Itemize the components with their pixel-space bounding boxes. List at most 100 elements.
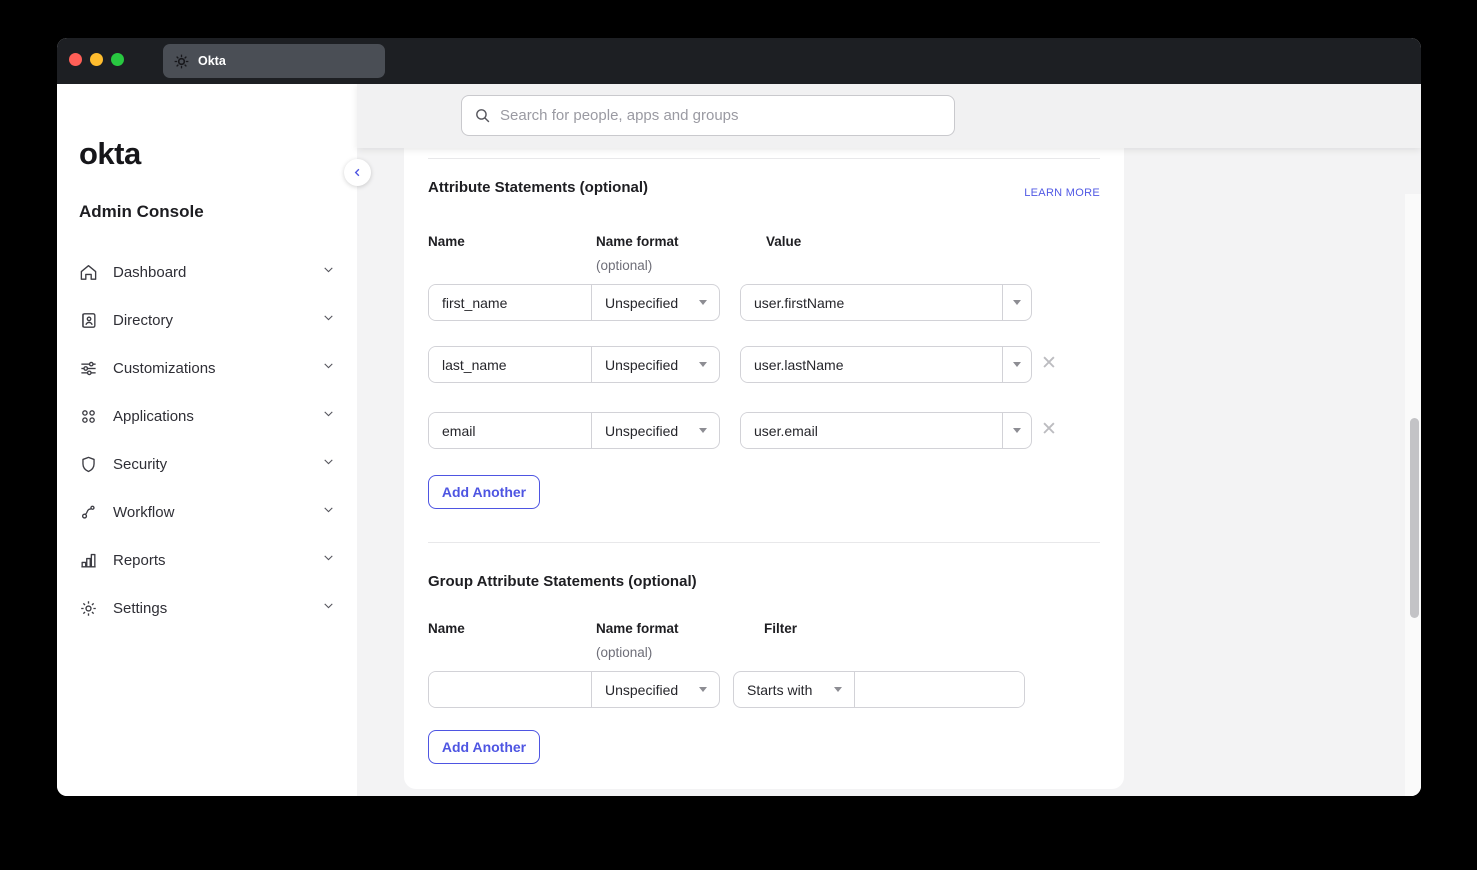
value-group	[740, 412, 1032, 449]
minimize-window-button[interactable]	[90, 53, 103, 66]
name-and-format-group: Unspecified	[428, 346, 720, 383]
sidebar-item-label: Workflow	[113, 504, 322, 521]
column-note-optional: (optional)	[596, 258, 652, 273]
column-header-name: Name	[428, 621, 465, 636]
learn-more-link[interactable]: LEARN MORE	[1024, 187, 1100, 199]
chevron-down-icon	[322, 599, 335, 617]
apps-grid-icon	[79, 407, 98, 426]
sidebar-item-directory[interactable]: Directory	[57, 296, 357, 344]
sidebar-item-workflow[interactable]: Workflow	[57, 488, 357, 536]
chevron-down-icon	[322, 407, 335, 425]
value-expression-dropdown[interactable]	[1002, 413, 1031, 448]
sidebar-item-dashboard[interactable]: Dashboard	[57, 248, 357, 296]
column-note-optional: (optional)	[596, 645, 652, 660]
attribute-name-input[interactable]	[429, 285, 591, 320]
filter-value-input[interactable]	[854, 672, 1024, 707]
filter-group: Starts with	[733, 671, 1025, 708]
attribute-value-input[interactable]	[741, 347, 1002, 382]
name-format-select[interactable]: Unspecified	[591, 413, 719, 448]
chevron-down-icon	[322, 455, 335, 473]
top-header-bar	[357, 84, 1421, 148]
name-format-value: Unspecified	[605, 295, 678, 311]
sidebar-item-applications[interactable]: Applications	[57, 392, 357, 440]
filter-type-select[interactable]: Starts with	[734, 672, 854, 707]
remove-row-button[interactable]: ✕	[1038, 419, 1060, 441]
sidebar-item-security[interactable]: Security	[57, 440, 357, 488]
browser-titlebar: Okta	[57, 38, 1421, 84]
dropdown-arrow-icon	[834, 687, 842, 692]
dropdown-arrow-icon	[699, 687, 707, 692]
okta-favicon-sunburst-icon	[174, 54, 189, 69]
name-format-select[interactable]: Unspecified	[591, 672, 719, 707]
name-format-select[interactable]: Unspecified	[591, 347, 719, 382]
admin-console-title: Admin Console	[79, 202, 204, 222]
home-icon	[79, 263, 98, 282]
global-search	[461, 95, 955, 136]
sidebar: okta Admin Console Dashboard Directory	[57, 84, 357, 796]
filter-type-value: Starts with	[747, 682, 812, 698]
sidebar-collapse-button[interactable]	[344, 159, 371, 186]
chevron-left-icon	[352, 167, 363, 178]
column-header-value: Value	[766, 234, 801, 249]
search-icon	[474, 107, 491, 124]
name-format-value: Unspecified	[605, 357, 678, 373]
sliders-icon	[79, 359, 98, 378]
dropdown-arrow-icon	[1013, 428, 1021, 433]
sidebar-item-reports[interactable]: Reports	[57, 536, 357, 584]
name-and-format-group: Unspecified	[428, 671, 720, 708]
sidebar-item-label: Reports	[113, 552, 322, 569]
directory-icon	[79, 311, 98, 330]
dropdown-arrow-icon	[699, 428, 707, 433]
value-expression-dropdown[interactable]	[1002, 347, 1031, 382]
attribute-name-input[interactable]	[429, 413, 591, 448]
attribute-statements-title: Attribute Statements (optional)	[428, 179, 648, 196]
name-and-format-group: Unspecified	[428, 412, 720, 449]
maximize-window-button[interactable]	[111, 53, 124, 66]
browser-tab-okta[interactable]: Okta	[163, 44, 385, 78]
group-name-input[interactable]	[429, 672, 591, 707]
sidebar-item-label: Settings	[113, 600, 322, 617]
sidebar-item-label: Dashboard	[113, 264, 322, 281]
column-header-name-format: Name format	[596, 234, 679, 249]
name-format-select[interactable]: Unspecified	[591, 285, 719, 320]
chevron-down-icon	[322, 263, 335, 281]
search-input[interactable]	[500, 107, 942, 124]
browser-window: Okta okta Admin Console Dashboard Direct…	[57, 38, 1421, 796]
workflow-icon	[79, 503, 98, 522]
sidebar-item-label: Applications	[113, 408, 322, 425]
add-another-attribute-button[interactable]: Add Another	[428, 475, 540, 509]
bar-chart-icon	[79, 551, 98, 570]
dropdown-arrow-icon	[1013, 300, 1021, 305]
gear-icon	[79, 599, 98, 618]
okta-logo: okta	[79, 136, 141, 172]
value-expression-dropdown[interactable]	[1002, 285, 1031, 320]
value-group	[740, 346, 1032, 383]
attribute-name-input[interactable]	[429, 347, 591, 382]
dropdown-arrow-icon	[699, 300, 707, 305]
sidebar-nav: Dashboard Directory Customizations	[57, 248, 357, 632]
name-format-value: Unspecified	[605, 682, 678, 698]
section-divider	[428, 542, 1100, 543]
value-group	[740, 284, 1032, 321]
sidebar-item-customizations[interactable]: Customizations	[57, 344, 357, 392]
attribute-value-input[interactable]	[741, 413, 1002, 448]
sidebar-item-label: Directory	[113, 312, 322, 329]
dropdown-arrow-icon	[1013, 362, 1021, 367]
chevron-down-icon	[322, 503, 335, 521]
name-and-format-group: Unspecified	[428, 284, 720, 321]
tab-title: Okta	[198, 54, 226, 68]
section-divider	[428, 158, 1100, 159]
add-another-group-attribute-button[interactable]: Add Another	[428, 730, 540, 764]
close-window-button[interactable]	[69, 53, 82, 66]
chevron-down-icon	[322, 311, 335, 329]
group-attribute-statements-title: Group Attribute Statements (optional)	[428, 573, 697, 590]
scrollbar-thumb[interactable]	[1410, 418, 1419, 618]
sidebar-item-settings[interactable]: Settings	[57, 584, 357, 632]
shield-icon	[79, 455, 98, 474]
sidebar-item-label: Customizations	[113, 360, 322, 377]
remove-row-button[interactable]: ✕	[1038, 353, 1060, 375]
sidebar-item-label: Security	[113, 456, 322, 473]
attribute-value-input[interactable]	[741, 285, 1002, 320]
column-header-name-format: Name format	[596, 621, 679, 636]
settings-card: Attribute Statements (optional) LEARN MO…	[404, 148, 1124, 789]
